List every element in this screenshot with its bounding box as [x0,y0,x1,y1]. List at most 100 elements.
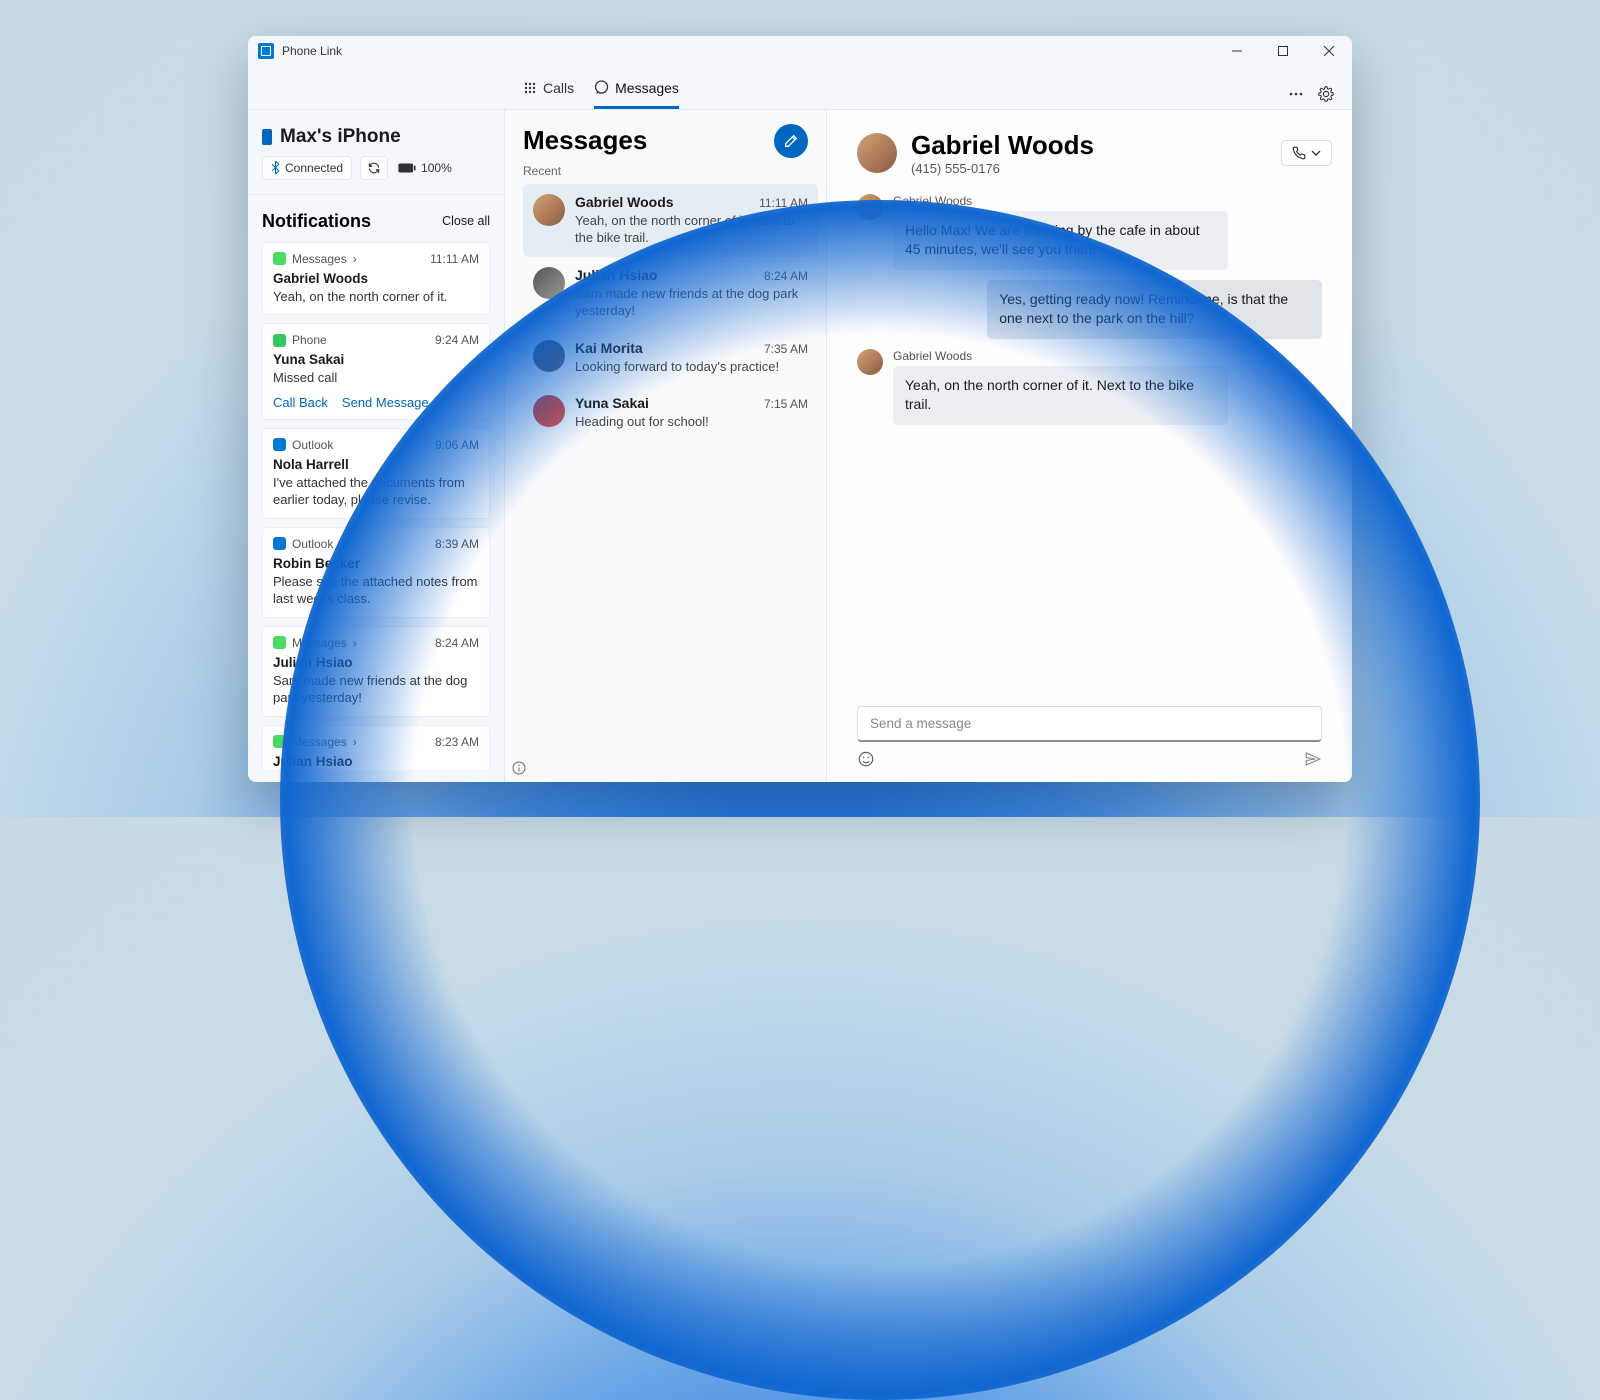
thread-time: 8:24 AM [764,269,808,283]
close-button[interactable] [1306,36,1352,66]
send-message-button[interactable]: Send Message [342,395,429,410]
thread-name: Gabriel Woods [575,194,674,210]
notification-title: Robin Becker [273,556,479,571]
messages-app-icon [273,735,286,748]
messages-heading: Messages [523,125,647,156]
message-sender: Gabriel Woods [893,349,1228,363]
avatar [533,395,565,427]
notification-time: 9:24 AM [435,333,479,347]
chat-contact-phone: (415) 555-0176 [911,161,1267,176]
notification-time: 8:23 AM [435,735,479,749]
message-input[interactable]: Send a message [857,706,1322,742]
messages-list-pane: Messages Recent Gabriel Woods11:11 AM Ye… [505,110,827,782]
chat-input-area: Send a message [827,700,1352,782]
chevron-right-icon: › [353,252,357,266]
avatar [533,340,565,372]
compose-icon [783,133,799,149]
notification-time: 8:39 AM [435,537,479,551]
notifications-heading: Notifications [262,211,371,232]
refresh-icon [367,161,381,175]
thread-item[interactable]: Kai Morita7:35 AM Looking forward to tod… [523,330,818,386]
chat-avatar [857,133,897,173]
send-icon [1304,750,1322,768]
maximize-button[interactable] [1260,36,1306,66]
message-sender: Gabriel Woods [893,194,1228,208]
refresh-button[interactable] [360,156,388,180]
message-bubble: Hello Max! We are meeting by the cafe in… [893,211,1228,270]
notification-title: Julian Hsiao [273,754,479,769]
notification-time: 11:11 AM [430,252,479,266]
chevron-right-icon: › [353,636,357,650]
emoji-button[interactable] [857,750,875,768]
notification-body: Yeah, on the north corner of it. [273,288,479,306]
message-bubble: Yes, getting ready now! Remind me, is th… [987,280,1322,339]
phone-device-icon [262,129,272,145]
top-strip: Calls Messages [248,66,1352,110]
chevron-right-icon: › [353,735,357,749]
battery-status: 100% [396,157,454,179]
thread-preview: Looking forward to today's practice! [575,358,808,376]
notification-body: Please see the attached notes from last … [273,573,479,608]
notification-card[interactable]: Messages›8:24 AM Julian Hsiao Sam made n… [262,626,490,717]
notification-card[interactable]: Outlook8:39 AM Robin Becker Please see t… [262,527,490,618]
battery-icon [398,163,416,173]
info-button[interactable] [505,754,826,782]
thread-name: Julian Hsiao [575,267,657,283]
compose-button[interactable] [774,124,808,158]
message-incoming: Gabriel Woods Yeah, on the north corner … [857,349,1322,425]
chat-icon [594,80,609,95]
outlook-app-icon [273,438,286,451]
notification-card[interactable]: Messages›11:11 AM Gabriel Woods Yeah, on… [262,242,490,316]
messages-app-icon [273,252,286,265]
close-all-button[interactable]: Close all [442,214,490,228]
notification-body: I've attached the documents from earlier… [273,474,479,509]
close-icon [1324,46,1334,56]
dialpad-icon [523,81,537,95]
minimize-button[interactable] [1214,36,1260,66]
emoji-icon [857,750,875,768]
thread-name: Yuna Sakai [575,395,649,411]
chat-pane: Gabriel Woods (415) 555-0176 Gabriel Woo… [827,110,1352,782]
info-icon [511,760,527,776]
thread-item[interactable]: Julian Hsiao8:24 AM Sam made new friends… [523,257,818,330]
thread-item[interactable]: Gabriel Woods11:11 AM Yeah, on the north… [523,184,818,257]
thread-time: 11:11 AM [759,196,808,210]
notification-title: Gabriel Woods [273,271,479,286]
message-avatar [857,349,883,375]
avatar [533,267,565,299]
outlook-app-icon [273,537,286,550]
message-bubble: Yeah, on the north corner of it. Next to… [893,366,1228,425]
phone-app-icon [273,334,286,347]
minimize-icon [1232,46,1242,56]
avatar [533,194,565,226]
thread-time: 7:15 AM [764,397,808,411]
app-icon [258,43,274,59]
call-dropdown-button[interactable] [1281,140,1332,166]
notification-title: Nola Harrell [273,457,479,472]
tab-calls[interactable]: Calls [523,80,574,109]
connection-status[interactable]: Connected [262,156,352,180]
thread-item[interactable]: Yuna Sakai 7:15 AM Heading out for school… [523,385,818,441]
maximize-icon [1278,46,1288,56]
notification-card[interactable]: Phone9:24 AM Yuna Sakai Missed call Call… [262,323,490,420]
notification-time: 9:06 AM [435,438,479,452]
thread-preview: Heading out for school! [575,413,808,431]
send-button[interactable] [1304,750,1322,768]
chat-body[interactable]: Gabriel Woods Hello Max! We are meeting … [827,190,1352,700]
notification-list: Messages›11:11 AM Gabriel Woods Yeah, on… [262,242,490,770]
sidebar: Max's iPhone Connected 100% [248,110,505,782]
notification-card[interactable]: Outlook9:06 AM Nola Harrell I've attache… [262,428,490,519]
notification-card[interactable]: Messages›8:23 AM Julian Hsiao Thanks for… [262,725,490,770]
bluetooth-icon [271,161,280,174]
gear-icon [1318,86,1334,102]
more-icon [1288,86,1304,102]
app-title: Phone Link [282,44,342,58]
device-name[interactable]: Max's iPhone [262,126,490,148]
call-back-button[interactable]: Call Back [273,395,328,410]
more-button[interactable] [1288,86,1304,102]
tab-messages[interactable]: Messages [594,80,679,109]
settings-button[interactable] [1318,86,1334,102]
notification-title: Julian Hsiao [273,655,479,670]
recent-label: Recent [523,164,818,178]
messages-app-icon [273,636,286,649]
